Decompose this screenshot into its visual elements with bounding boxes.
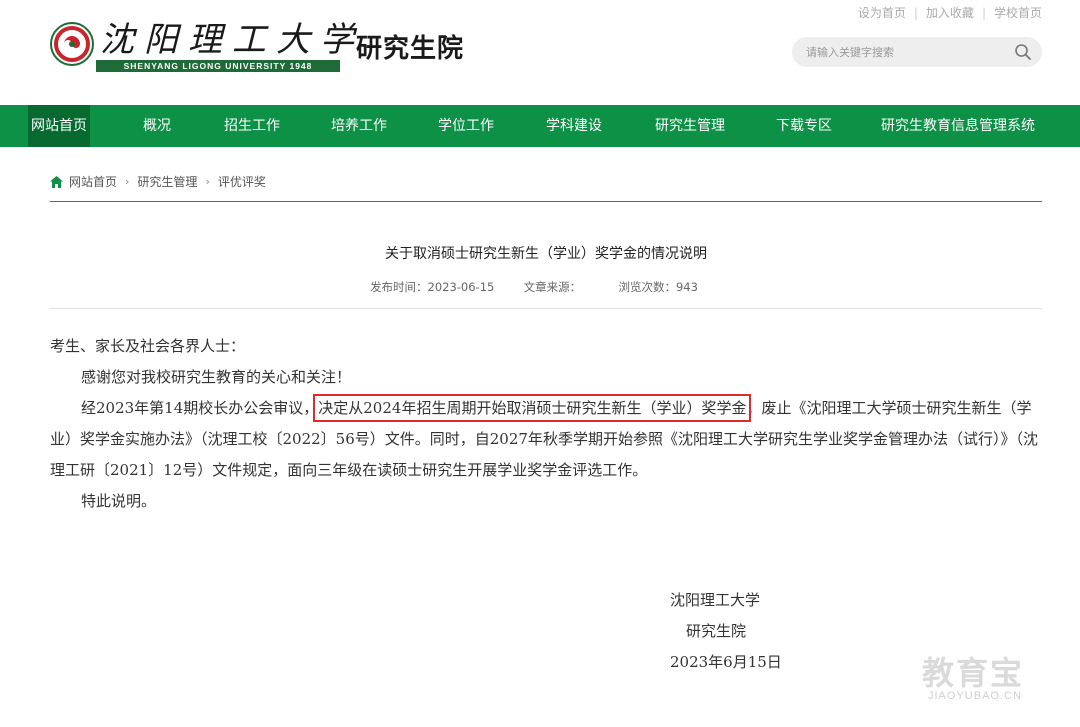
top-links: 设为首页 | 加入收藏 | 学校首页: [858, 4, 1042, 21]
paragraph-main-intro: 经2023年第14期校长办公会审议，: [81, 399, 319, 417]
school-homepage-link[interactable]: 学校首页: [994, 4, 1042, 21]
breadcrumb: 网站首页 › 研究生管理 › 评优评奖: [50, 173, 266, 190]
search-icon[interactable]: [1014, 43, 1032, 61]
nav-graduate-management[interactable]: 研究生管理: [650, 105, 730, 147]
home-icon: [50, 175, 63, 188]
nav-home[interactable]: 网站首页: [28, 105, 90, 147]
signature-date: 2023年6月15日: [670, 653, 782, 671]
view-count: 浏览次数：943: [618, 280, 698, 294]
university-logo[interactable]: 沈阳理工大学 SHENYANG LIGONG UNIVERSITY 1948: [50, 18, 354, 74]
nav-info-system[interactable]: 研究生教育信息管理系统: [878, 105, 1038, 147]
article-meta: 发布时间：2023-06-15 文章来源： 浏览次数：943: [370, 279, 698, 295]
watermark-chinese: 教育宝: [922, 654, 1025, 692]
breadcrumb-awards[interactable]: 评优评奖: [218, 173, 266, 190]
logo-english-name: SHENYANG LIGONG UNIVERSITY 1948: [96, 60, 340, 72]
nav-discipline[interactable]: 学科建设: [540, 105, 608, 147]
breadcrumb-divider: [50, 201, 1042, 202]
university-emblem-icon: [50, 22, 94, 66]
signature-organization: 沈阳理工大学: [670, 591, 761, 609]
main-nav: 网站首页 概况 招生工作 培养工作 学位工作 学科建设 研究生管理 下载专区 研…: [0, 105, 1080, 147]
nav-overview[interactable]: 概况: [130, 105, 184, 147]
search-box: [792, 37, 1042, 67]
signature-department: 研究生院: [686, 622, 747, 640]
article-body: 考生、家长及社会各界人士： 感谢您对我校研究生教育的关心和关注！ 经2023年第…: [50, 331, 1044, 517]
paragraph-thanks: 感谢您对我校研究生教育的关心和关注！: [81, 368, 352, 386]
site-name: 研究生院: [356, 34, 465, 64]
salutation: 考生、家长及社会各界人士：: [50, 337, 246, 355]
nav-admissions[interactable]: 招生工作: [218, 105, 286, 147]
header-divider: [50, 308, 1042, 309]
breadcrumb-graduate-management[interactable]: 研究生管理: [137, 173, 197, 190]
nav-downloads[interactable]: 下载专区: [770, 105, 838, 147]
breadcrumb-home[interactable]: 网站首页: [69, 173, 117, 190]
highlighted-decision: 决定从2024年招生周期开始取消硕士研究生新生（学业）奖学金: [313, 394, 752, 422]
link-separator: |: [913, 5, 918, 20]
add-favorite-link[interactable]: 加入收藏: [926, 4, 974, 21]
article-title: 关于取消硕士研究生新生（学业）奖学金的情况说明: [385, 246, 707, 262]
paragraph-closing: 特此说明。: [81, 492, 157, 510]
nav-degree[interactable]: 学位工作: [432, 105, 500, 147]
watermark-english: JIAOYUBAO.CN: [928, 690, 1022, 702]
article-source: 文章来源：: [523, 280, 582, 294]
publish-time: 发布时间：2023-06-15: [370, 280, 495, 294]
set-homepage-link[interactable]: 设为首页: [858, 4, 906, 21]
logo-chinese-name: 沈阳理工大学: [100, 20, 364, 60]
chevron-right-icon: ›: [205, 175, 210, 188]
nav-training[interactable]: 培养工作: [325, 105, 393, 147]
search-input[interactable]: [806, 45, 1006, 59]
link-separator: |: [981, 5, 986, 20]
paragraph-main: 经2023年第14期校长办公会审议，决定从2024年招生周期开始取消硕士研究生新…: [50, 393, 1044, 486]
watermark: 教育宝 JIAOYUBAO.CN: [922, 648, 1062, 708]
chevron-right-icon: ›: [125, 175, 130, 188]
